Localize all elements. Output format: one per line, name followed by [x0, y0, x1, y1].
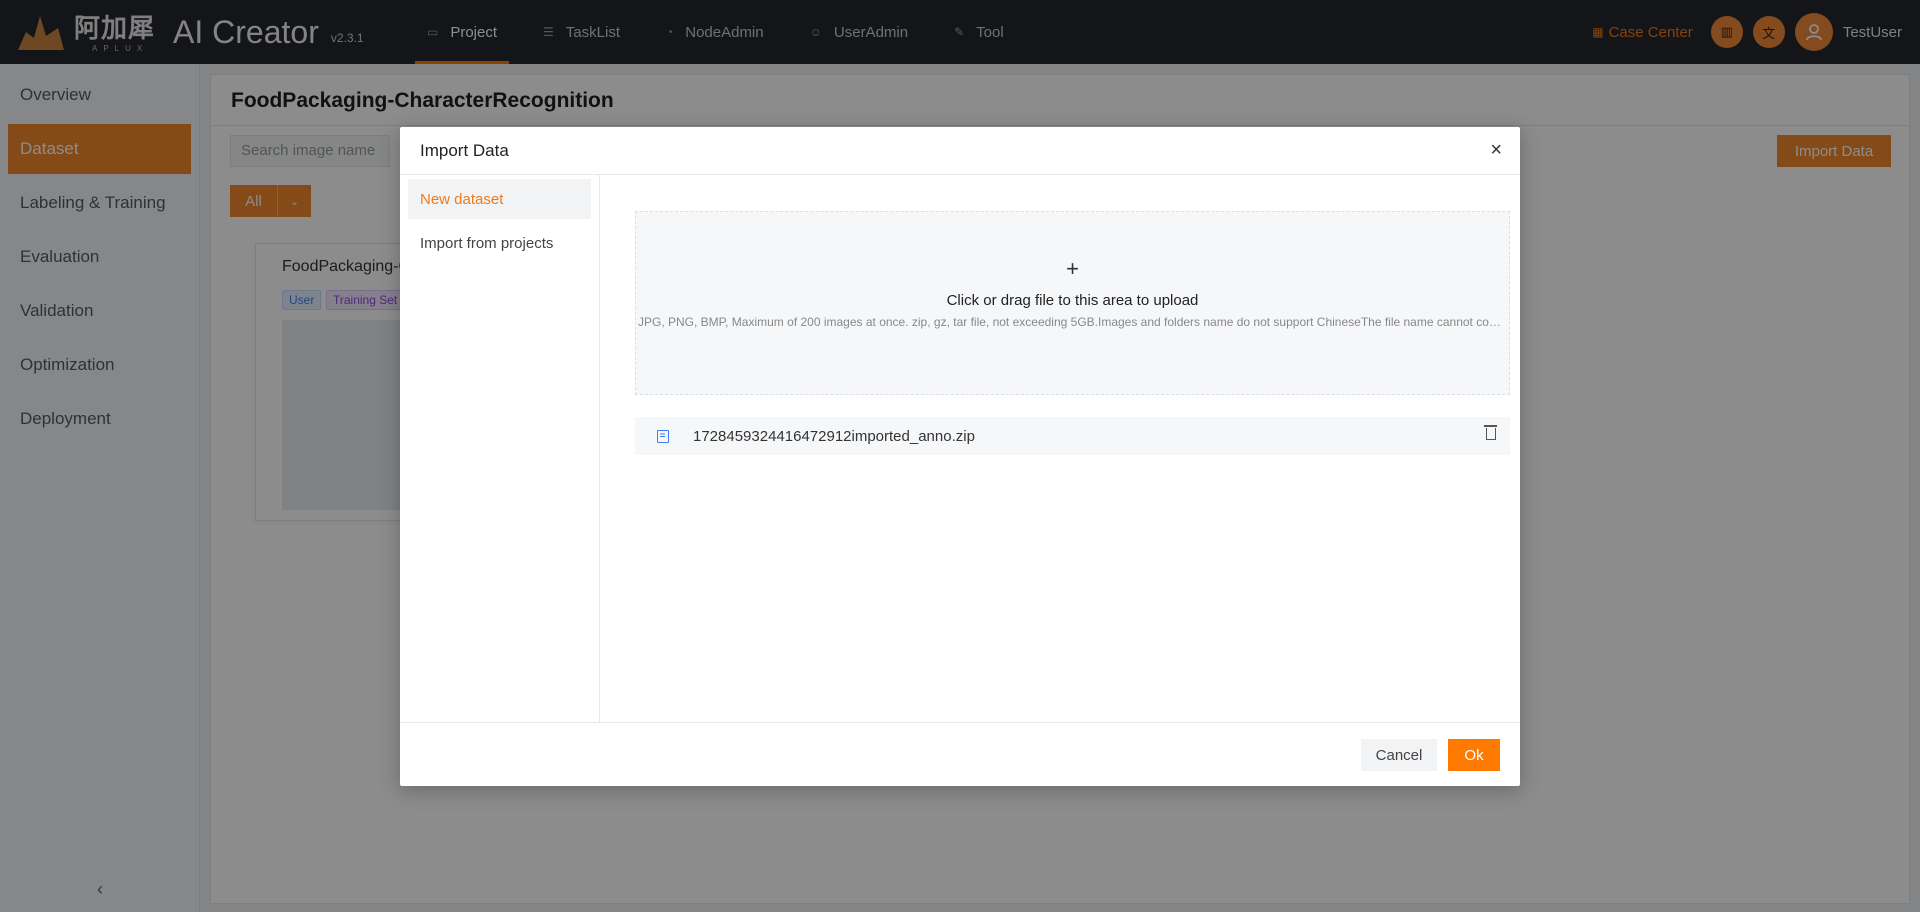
modal-title: Import Data: [420, 140, 509, 160]
file-name: 1728459324416472912imported_anno.zip: [693, 427, 975, 445]
import-data-modal: Import Data × New dataset Import from pr…: [400, 127, 1520, 786]
file-icon: [657, 429, 669, 443]
tab-new-dataset[interactable]: New dataset: [408, 179, 591, 219]
tab-import-from-projects[interactable]: Import from projects: [408, 223, 591, 263]
upload-text: Click or drag file to this area to uploa…: [946, 292, 1199, 309]
modal-header: Import Data ×: [400, 127, 1520, 175]
ok-button[interactable]: Ok: [1448, 739, 1500, 771]
upload-dropzone[interactable]: + Click or drag file to this area to upl…: [635, 211, 1510, 395]
close-icon[interactable]: ×: [1490, 139, 1502, 162]
delete-icon[interactable]: [1484, 425, 1497, 440]
plus-icon: +: [1066, 256, 1079, 281]
modal-footer: Cancel Ok: [400, 722, 1520, 786]
modal-tabs: New dataset Import from projects: [400, 175, 600, 722]
modal-body: + Click or drag file to this area to upl…: [600, 175, 1520, 722]
uploaded-file-row: 1728459324416472912imported_anno.zip: [635, 417, 1510, 455]
upload-hint: JPG, PNG, BMP, Maximum of 200 images at …: [638, 315, 1509, 329]
cancel-button[interactable]: Cancel: [1361, 739, 1437, 771]
